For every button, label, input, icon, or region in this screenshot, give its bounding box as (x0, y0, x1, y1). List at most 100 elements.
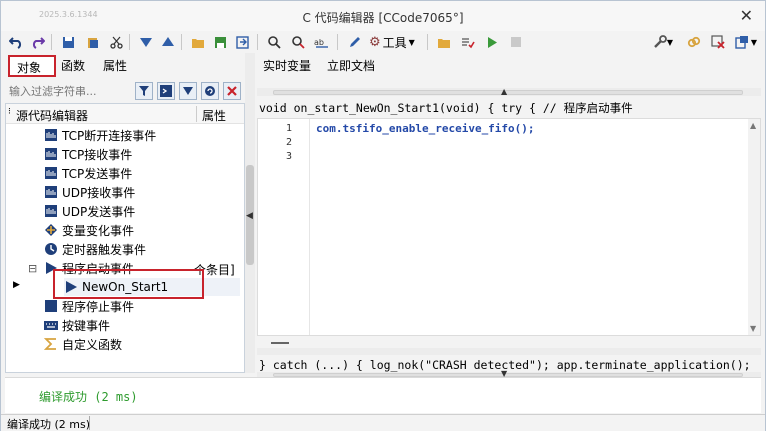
link-icon[interactable] (685, 33, 703, 51)
tree-item-label: 变量变化事件 (62, 223, 135, 238)
filter-input[interactable] (9, 81, 129, 101)
collapse-toggle-icon[interactable]: ⊟ (28, 262, 40, 275)
tab-objects[interactable]: 对象 (8, 55, 56, 77)
undo-icon[interactable] (7, 33, 25, 51)
left-panel-scrollbar[interactable]: ◀ (245, 53, 255, 373)
tree-item-custom-function[interactable]: 自定义函数 (44, 335, 122, 353)
grid-icon (45, 148, 57, 160)
clock-icon (45, 243, 57, 255)
tab-immediate-docs[interactable]: 立即文档 (327, 57, 375, 74)
tree-item-key-event[interactable]: 按键事件 (44, 316, 110, 334)
editor-scrollbar[interactable]: ▲ ▼ (748, 119, 760, 335)
refresh-icon[interactable] (201, 82, 219, 100)
tree-item-label: TCP发送事件 (62, 166, 133, 181)
replace-icon[interactable]: ab (313, 33, 331, 51)
chevron-down-icon: ▼ (408, 37, 415, 47)
middle-splitter[interactable] (257, 348, 761, 355)
collapse-panel-icon[interactable]: ◀ (246, 211, 253, 221)
tab-properties[interactable]: 属性 (103, 57, 127, 74)
tab-functions[interactable]: 函数 (61, 57, 85, 74)
clear-filter-icon[interactable] (223, 82, 241, 100)
chevron-up-icon[interactable]: ▲ (750, 121, 756, 130)
check-list-icon[interactable] (459, 33, 477, 51)
svg-text:ab: ab (314, 38, 324, 47)
horizontal-scroll-marker[interactable] (271, 342, 289, 344)
move-up-icon[interactable] (159, 33, 177, 51)
code-editor-window: 2025.3.6.1344 C 代码编辑器 [CCode7065°] ✕ ab … (0, 0, 766, 431)
top-splitter[interactable]: ▲ (257, 87, 761, 96)
tree-item-tcp-send[interactable]: TCP发送事件 (44, 164, 132, 182)
close-icon[interactable]: ✕ (740, 6, 753, 25)
find-next-icon[interactable] (289, 33, 307, 51)
tree-item-tcp-receive[interactable]: TCP接收事件 (44, 145, 132, 163)
stop-square-icon (45, 300, 57, 312)
chevron-down-icon[interactable]: ▼ (749, 33, 759, 51)
save-file-icon[interactable] (211, 33, 229, 51)
export-icon[interactable] (233, 33, 251, 51)
grid-icon (45, 129, 57, 141)
tree-item-label: 定时器触发事件 (62, 242, 147, 257)
current-row-marker-icon: ▶ (13, 280, 20, 290)
tree-item-tcp-disconnect[interactable]: TCP断开连接事件 (44, 126, 156, 144)
tree-item-program-stop[interactable]: 程序停止事件 (44, 297, 134, 315)
redo-icon[interactable] (29, 33, 47, 51)
cut-icon[interactable] (107, 33, 125, 51)
tree-item-variable-change[interactable]: 变量变化事件 (44, 221, 134, 239)
chevron-up-icon[interactable]: ▲ (501, 87, 507, 96)
filter-bar (5, 81, 245, 101)
search-icon[interactable] (265, 33, 283, 51)
grid-icon (45, 205, 57, 217)
chevron-down-icon[interactable]: ▼ (665, 33, 675, 51)
run-icon[interactable] (483, 33, 501, 51)
tree-item-timer[interactable]: 定时器触发事件 (44, 240, 146, 258)
status-text: 编译成功 (2 ms) (7, 418, 91, 431)
function-signature: void on_start_NewOn_Start1(void) { try {… (259, 101, 633, 115)
sigma-icon (44, 338, 56, 350)
tools-label: 工具 (382, 35, 407, 50)
folder-icon[interactable] (435, 33, 453, 51)
tab-live-variables[interactable]: 实时变量 (263, 57, 311, 74)
code-line[interactable]: com.tsfifo_enable_receive_fifo(); (316, 122, 535, 135)
sort-icon[interactable] (157, 82, 175, 100)
expand-toggle-icon[interactable]: ⁝ (8, 107, 11, 117)
pencil-icon[interactable] (345, 33, 363, 51)
line-number-gutter: 1 2 3 (258, 119, 310, 335)
tree-item-label: TCP接收事件 (62, 147, 133, 162)
tree-item-udp-send[interactable]: UDP发送事件 (44, 202, 135, 220)
variable-icon (45, 224, 57, 236)
grid-icon (45, 167, 57, 179)
compile-message: 编译成功 (2 ms) (39, 390, 138, 404)
save-icon[interactable] (59, 33, 77, 51)
left-tabs: 对象 函数 属性 (5, 53, 245, 79)
tree-item-label: UDP接收事件 (62, 185, 136, 200)
tree-item-udp-receive[interactable]: UDP接收事件 (44, 183, 135, 201)
grid-icon (45, 186, 57, 198)
tree-header-property: 属性 (202, 109, 227, 123)
object-tree: ⁝ 源代码编辑器 属性 TCP断开连接事件 TCP接收事件 TCP发送事件 UD… (5, 103, 245, 373)
gear-icon: ⚙ (369, 34, 381, 50)
tree-item-label: 程序停止事件 (62, 299, 135, 314)
tree-item-label: UDP发送事件 (62, 204, 136, 219)
tree-item-label: 按键事件 (62, 318, 111, 333)
move-down-icon[interactable] (137, 33, 155, 51)
tree-item-label: TCP断开连接事件 (62, 128, 157, 143)
collapse-icon[interactable] (179, 82, 197, 100)
line-number: 2 (286, 137, 293, 148)
stop-icon[interactable] (507, 33, 525, 51)
tree-item-label: 自定义函数 (62, 337, 123, 352)
tree-header-name: 源代码编辑器 (16, 109, 89, 123)
title-bar: 2025.3.6.1344 C 代码编辑器 [CCode7065°] ✕ (1, 1, 765, 31)
code-editor[interactable]: 1 2 3 com.tsfifo_enable_receive_fifo(); … (257, 118, 761, 336)
chevron-down-icon[interactable]: ▼ (750, 324, 756, 333)
window-title: C 代码编辑器 [CCode7065°] (302, 11, 464, 25)
filter-icon[interactable] (135, 82, 153, 100)
tools-menu-button[interactable]: ⚙ 工具 ▼ (369, 33, 415, 51)
status-bar: 编译成功 (2 ms) (1, 414, 765, 431)
paste-icon[interactable] (83, 33, 101, 51)
object-panel: 对象 函数 属性 ⁝ 源代码编辑器 (5, 53, 245, 373)
toolbar: ab ⚙ 工具 ▼ ▼ ▼ (1, 31, 765, 53)
tree-header: ⁝ 源代码编辑器 属性 (6, 104, 244, 124)
open-folder-icon[interactable] (189, 33, 207, 51)
output-panel: 编译成功 (2 ms) (5, 377, 761, 413)
delete-item-icon[interactable] (709, 33, 727, 51)
